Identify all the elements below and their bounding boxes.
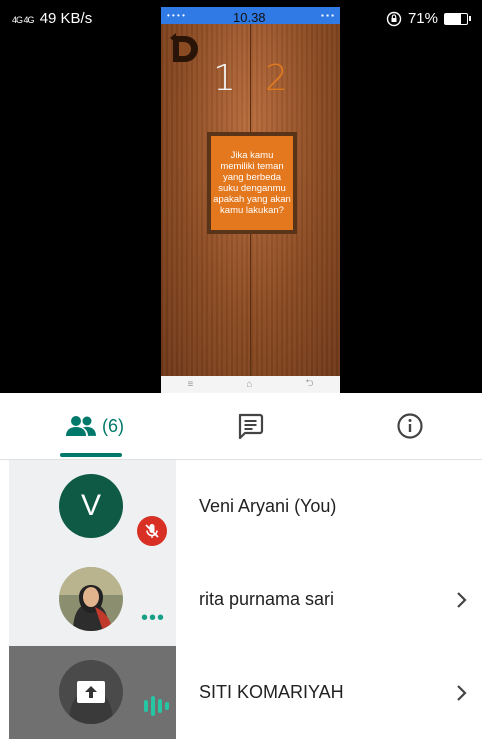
tab-info[interactable] [360, 393, 460, 459]
phone-status-bar: • • • • 10.38 ▪ ▪ ▪ [161, 7, 340, 25]
mic-off-icon [137, 516, 167, 546]
people-count: (6) [102, 415, 124, 436]
menu-icon: ≡ [187, 379, 194, 390]
active-tab-indicator [60, 453, 122, 457]
meeting-tabs: (6) [0, 393, 482, 460]
chevron-right-icon[interactable] [456, 646, 468, 739]
presenting-icon [59, 660, 123, 724]
home-icon: ⌂ [246, 379, 253, 390]
network-speed: 49 KB/s [39, 10, 93, 27]
rotation-lock-icon [386, 11, 402, 26]
player-one-number: 1 [213, 58, 236, 99]
player-two-number: 2 [265, 58, 288, 99]
shared-phone-screen: • • • • 10.38 ▪ ▪ ▪ 1 2 Jika kamu memili… [161, 7, 340, 393]
chevron-right-icon[interactable] [456, 553, 468, 646]
back-nav-icon: ⮌ [305, 378, 314, 389]
participant-tile [9, 646, 176, 739]
phone-nav-bar: ≡ ⌂ ⮌ [161, 376, 340, 393]
tab-people[interactable]: (6) [40, 393, 150, 459]
more-icon: ••• [141, 607, 166, 629]
participant-tile: ••• [9, 553, 176, 646]
people-icon [66, 416, 96, 436]
participant-row[interactable]: ••• rita purnama sari [0, 553, 482, 646]
phone-time: 10.38 [233, 10, 266, 25]
participant-row[interactable]: V Veni Aryani (You) [0, 460, 482, 553]
info-icon [397, 413, 423, 439]
question-text: Jika kamu memiliki teman yang berbeda su… [211, 136, 293, 230]
participant-tile: V [9, 460, 176, 553]
speaking-icon [144, 696, 169, 716]
participant-name: SITI KOMARIYAH [199, 682, 344, 702]
question-card: Jika kamu memiliki teman yang berbeda su… [207, 132, 297, 234]
participant-photo [59, 567, 123, 631]
participant-list: V Veni Aryani (You) ••• rita purnama sar… [0, 460, 482, 739]
chat-icon [238, 413, 264, 440]
participant-name: rita purnama sari [199, 589, 335, 609]
game-board: 1 2 Jika kamu memiliki teman yang berbed… [161, 24, 340, 376]
status-right: 71% [386, 10, 471, 27]
shared-screen-area: 4G 4G 49 KB/s 71% • • • • 10.38 ▪ ▪ ▪ 1 … [0, 0, 482, 393]
avatar [59, 567, 123, 631]
participant-name: Veni Aryani (You) [199, 496, 337, 516]
participant-row[interactable]: SITI KOMARIYAH [0, 646, 482, 739]
battery-percent: 71% [407, 10, 438, 27]
signal-icon: 4G 4G [12, 15, 34, 25]
tab-chat[interactable] [200, 393, 300, 459]
back-icon [170, 33, 198, 62]
avatar: V [59, 474, 123, 538]
battery-icon [444, 12, 471, 25]
status-left: 4G 4G 49 KB/s [12, 10, 92, 27]
